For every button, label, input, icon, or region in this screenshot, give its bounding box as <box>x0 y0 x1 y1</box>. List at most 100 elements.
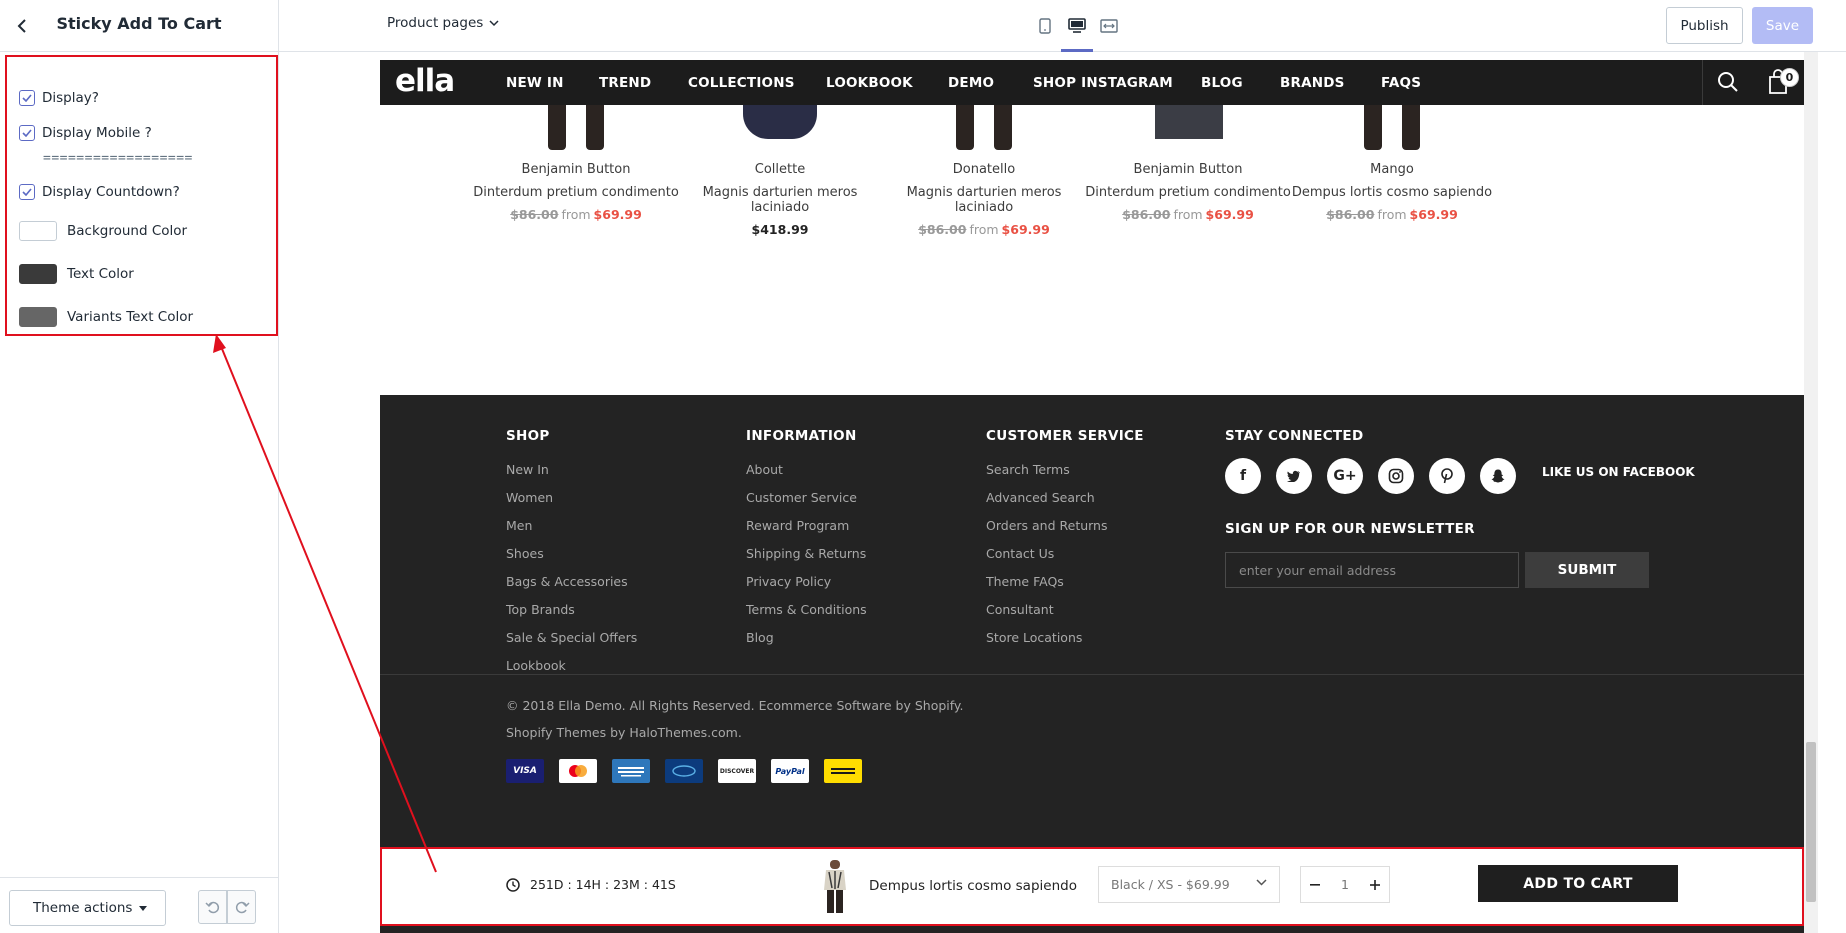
product-title[interactable]: Dinterdum pretium condimento <box>1083 185 1293 200</box>
nav-demo[interactable]: DEMO <box>948 75 994 91</box>
social-links: f G+ <box>1225 458 1531 494</box>
snapchat-icon[interactable] <box>1480 458 1516 494</box>
footer-link[interactable]: Contact Us <box>986 540 1144 568</box>
sticky-product-image <box>818 858 852 915</box>
footer-link[interactable]: Reward Program <box>746 512 867 540</box>
footer-link[interactable]: Bags & Accessories <box>506 568 637 596</box>
footer-link[interactable]: Privacy Policy <box>746 568 867 596</box>
product-card[interactable]: Benjamin Button Dinterdum pretium condim… <box>471 105 681 222</box>
quantity-decrease-button[interactable] <box>1301 867 1329 902</box>
footer-link[interactable]: Men <box>506 512 637 540</box>
store-header: ella NEW IN TREND COLLECTIONS LOOKBOOK D… <box>380 60 1804 105</box>
twitter-icon[interactable] <box>1276 458 1312 494</box>
undo-button[interactable] <box>198 890 227 924</box>
page-type-select[interactable]: Product pages <box>387 15 499 31</box>
display-countdown-checkbox[interactable] <box>19 183 35 200</box>
quantity-increase-button[interactable] <box>1361 867 1389 902</box>
google-plus-icon[interactable]: G+ <box>1327 458 1363 494</box>
instagram-icon[interactable] <box>1378 458 1414 494</box>
variants-text-color-swatch[interactable] <box>19 306 57 327</box>
footer-link[interactable]: Search Terms <box>986 456 1144 484</box>
product-image[interactable] <box>675 105 885 152</box>
nav-collections[interactable]: COLLECTIONS <box>688 75 795 91</box>
discover-icon: DISCOVER <box>718 759 756 783</box>
product-title[interactable]: Dinterdum pretium condimento <box>471 185 681 200</box>
footer-link[interactable]: Store Locations <box>986 624 1144 652</box>
store-logo[interactable]: ella <box>395 63 455 99</box>
redo-button[interactable] <box>227 890 256 924</box>
product-card[interactable]: Donatello Magnis darturien meros lacinia… <box>879 105 1089 237</box>
themes-credit[interactable]: Shopify Themes by HaloThemes.com. <box>506 725 742 740</box>
product-image[interactable] <box>1287 105 1497 152</box>
footer-link[interactable]: Sale & Special Offers <box>506 624 637 652</box>
variant-select[interactable]: Black / XS - $69.99 <box>1098 866 1280 903</box>
nav-new-in[interactable]: NEW IN <box>506 75 564 91</box>
footer-link[interactable]: Advanced Search <box>986 484 1144 512</box>
nav-trend[interactable]: TREND <box>599 75 651 91</box>
back-button[interactable] <box>10 14 34 38</box>
nav-blog[interactable]: BLOG <box>1201 75 1243 91</box>
product-image[interactable] <box>471 105 681 152</box>
footer-link[interactable]: Blog <box>746 624 867 652</box>
product-title[interactable]: Magnis darturien meros laciniado <box>675 185 885 215</box>
compare-price: $86.00 <box>510 207 559 222</box>
product-card[interactable]: Mango Dempus lortis cosmo sapiendo $86.0… <box>1287 105 1497 222</box>
nav-brands[interactable]: BRANDS <box>1280 75 1345 91</box>
footer-link[interactable]: Shipping & Returns <box>746 540 867 568</box>
footer-link[interactable]: Theme FAQs <box>986 568 1144 596</box>
footer-link[interactable]: About <box>746 456 867 484</box>
mobile-view-button[interactable] <box>1033 14 1057 38</box>
display-mobile-checkbox[interactable] <box>19 124 35 141</box>
display-mobile-setting[interactable]: Display Mobile ? <box>19 115 259 150</box>
full-width-view-button[interactable] <box>1097 14 1121 38</box>
footer-link[interactable]: Customer Service <box>746 484 867 512</box>
nav-lookbook[interactable]: LOOKBOOK <box>826 75 913 91</box>
footer-link[interactable]: Top Brands <box>506 596 637 624</box>
add-to-cart-button[interactable]: ADD TO CART <box>1478 865 1678 902</box>
footer-link[interactable]: Women <box>506 484 637 512</box>
sidebar-header: Sticky Add To Cart <box>0 0 279 52</box>
page-type-label: Product pages <box>387 15 484 31</box>
footer-link[interactable]: Orders and Returns <box>986 512 1144 540</box>
search-icon[interactable] <box>1717 71 1739 97</box>
footer-link[interactable]: Shoes <box>506 540 637 568</box>
sale-price: $69.99 <box>1001 222 1050 237</box>
newsletter-submit-button[interactable]: SUBMIT <box>1525 552 1649 588</box>
display-setting[interactable]: Display? <box>19 80 259 115</box>
footer-link[interactable]: Terms & Conditions <box>746 596 867 624</box>
quantity-value[interactable]: 1 <box>1329 877 1361 892</box>
publish-button[interactable]: Publish <box>1666 7 1743 44</box>
product-card[interactable]: Collette Magnis darturien meros laciniad… <box>675 105 885 237</box>
product-title[interactable]: Dempus lortis cosmo sapiendo <box>1287 185 1497 200</box>
caret-down-icon <box>139 906 147 911</box>
background-color-swatch[interactable] <box>19 220 57 241</box>
footer-link[interactable]: Lookbook <box>506 652 637 680</box>
product-card[interactable]: Benjamin Button Dinterdum pretium condim… <box>1083 105 1293 222</box>
sidebar-footer: Theme actions <box>0 877 279 933</box>
desktop-view-button[interactable] <box>1065 14 1089 38</box>
chevron-down-icon <box>489 19 499 26</box>
display-countdown-label: Display Countdown? <box>42 183 180 200</box>
footer-column-customer-service: CUSTOMER SERVICE Search Terms Advanced S… <box>986 428 1144 652</box>
nav-faqs[interactable]: FAQS <box>1381 75 1421 91</box>
display-countdown-setting[interactable]: Display Countdown? <box>19 174 259 209</box>
footer-link[interactable]: New In <box>506 456 637 484</box>
facebook-like-label[interactable]: LIKE US ON FACEBOOK <box>1542 465 1695 479</box>
display-checkbox[interactable] <box>19 89 35 106</box>
nav-shop-instagram[interactable]: SHOP INSTAGRAM <box>1033 75 1173 91</box>
product-title[interactable]: Magnis darturien meros laciniado <box>879 185 1089 215</box>
text-color-swatch[interactable] <box>19 263 57 284</box>
save-button[interactable]: Save <box>1752 7 1813 44</box>
product-image[interactable] <box>1083 105 1293 152</box>
variants-text-color-setting: Variants Text Color <box>19 295 259 338</box>
facebook-icon[interactable]: f <box>1225 458 1261 494</box>
product-image[interactable] <box>879 105 1089 152</box>
pinterest-icon[interactable] <box>1429 458 1465 494</box>
product-price: $418.99 <box>675 222 885 237</box>
newsletter-email-input[interactable] <box>1225 552 1519 588</box>
footer-link[interactable]: Consultant <box>986 596 1144 624</box>
preview-scrollbar[interactable] <box>1804 52 1818 933</box>
price-from-label: from <box>969 222 999 237</box>
theme-actions-button[interactable]: Theme actions <box>9 890 166 926</box>
scrollbar-thumb[interactable] <box>1806 742 1816 902</box>
